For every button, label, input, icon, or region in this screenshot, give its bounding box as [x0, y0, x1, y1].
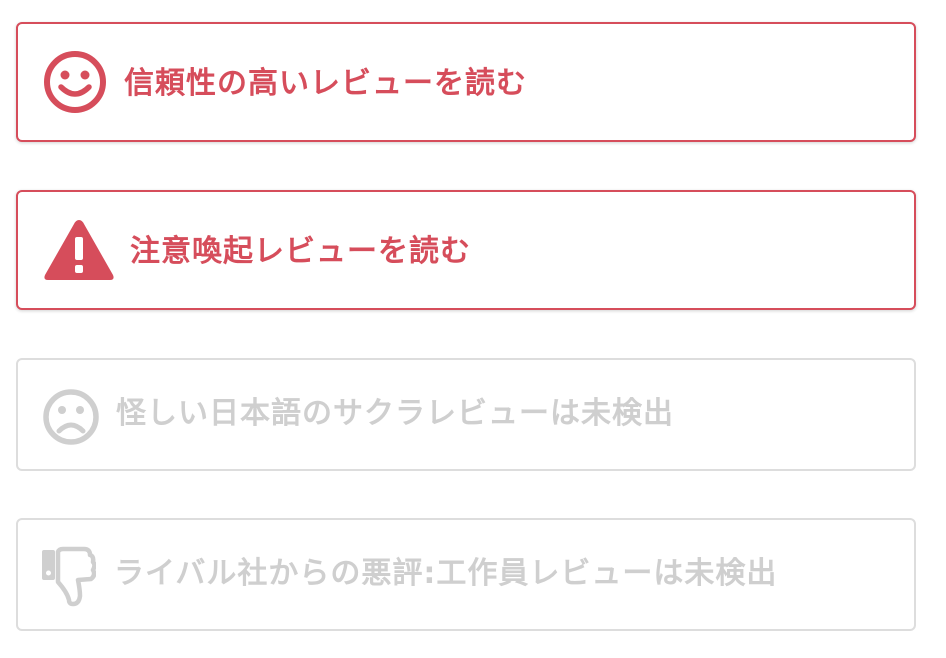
warning-reviews-label: 注意喚起レビューを読む — [130, 234, 471, 269]
rival-bad-reviews-label: ライバル社からの悪評:工作員レビューは未検出 — [114, 556, 778, 591]
reliable-reviews-button[interactable]: 信頼性の高いレビューを読む — [16, 22, 916, 142]
thumbs-down-icon — [40, 546, 96, 608]
suspicious-japanese-status: 怪しい日本語のサクラレビューは未検出 — [16, 358, 916, 471]
reliable-reviews-label: 信頼性の高いレビューを読む — [124, 66, 527, 101]
suspicious-japanese-label: 怪しい日本語のサクラレビューは未検出 — [116, 396, 674, 431]
frown-icon — [42, 388, 100, 446]
warning-reviews-button[interactable]: 注意喚起レビューを読む — [16, 190, 916, 310]
smile-icon — [42, 49, 108, 115]
warning-icon — [42, 217, 116, 283]
rival-bad-reviews-status: ライバル社からの悪評:工作員レビューは未検出 — [16, 518, 916, 631]
